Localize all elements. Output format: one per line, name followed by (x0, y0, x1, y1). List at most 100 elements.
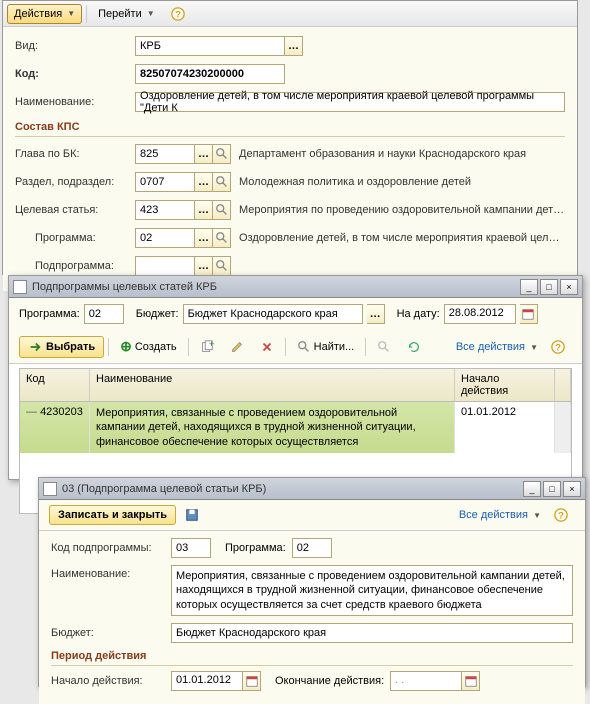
all-actions-link[interactable]: Все действия ▼ (452, 338, 542, 356)
col-code[interactable]: Код (20, 369, 90, 401)
glava-input[interactable]: 825 (135, 144, 195, 164)
cancel-search-button[interactable] (370, 336, 398, 358)
actions-label: Действия (14, 8, 62, 20)
col-name[interactable]: Наименование (90, 369, 455, 401)
filter-budget-input[interactable]: Бюджет Краснодарского края (183, 304, 363, 324)
maximize-button[interactable]: □ (540, 279, 558, 295)
maximize-button[interactable]: □ (543, 481, 561, 497)
glava-search-button[interactable] (213, 144, 231, 164)
chevron-down-icon: ▼ (67, 9, 75, 18)
start-date-input[interactable]: 01.01.2012 (171, 671, 243, 691)
filter-prog-input[interactable]: 02 (84, 304, 124, 324)
select-button[interactable]: Выбрать (19, 336, 104, 358)
main-form-body: Вид: КРБ … Код: 82507074230200000 Наимен… (3, 27, 577, 291)
find-button[interactable]: Найти... (290, 336, 362, 358)
main-form-window: Действия▼ Перейти▼ ? Вид: КРБ … Код: 825… (2, 0, 578, 275)
prog-label: Программа: (35, 232, 135, 244)
target-input[interactable]: 423 (135, 200, 195, 220)
target-search-button[interactable] (213, 200, 231, 220)
copy-button[interactable]: + (193, 336, 221, 358)
name-input[interactable]: Оздоровление детей, в том числе мероприя… (135, 92, 565, 112)
code-input[interactable]: 82507074230200000 (135, 64, 285, 84)
subcode-input[interactable]: 03 (171, 538, 211, 558)
minimize-button[interactable]: _ (520, 279, 538, 295)
target-lookup-button[interactable]: … (195, 200, 213, 220)
razdel-input[interactable]: 0707 (135, 172, 195, 192)
filter-budget-lookup-button[interactable]: … (367, 304, 385, 324)
subprograms-titlebar[interactable]: Подпрограммы целевых статей КРБ _ □ × (9, 276, 582, 298)
subprog-label: Подпрограмма: (35, 260, 135, 272)
edit-button[interactable] (223, 336, 251, 358)
filter-date-input[interactable]: 28.08.2012 (444, 304, 516, 324)
help-icon: ? (171, 7, 185, 21)
subprograms-toolbar: Выбрать ⊕ Создать + Найти... Все действи… (9, 330, 582, 364)
table-row[interactable]: — 4230203 Мероприятия, связанные с прове… (20, 402, 571, 453)
separator (86, 5, 87, 23)
create-button[interactable]: ⊕ Создать (113, 334, 184, 359)
delete-icon (260, 340, 274, 354)
minimize-button[interactable]: _ (523, 481, 541, 497)
help-button[interactable]: ? (547, 504, 575, 526)
subprogram-edit-toolbar: Записать и закрыть Все действия ▼ ? (39, 500, 585, 531)
glava-lookup-button[interactable]: … (195, 144, 213, 164)
razdel-lookup-button[interactable]: … (195, 172, 213, 192)
separator (108, 338, 109, 356)
prog-search-button[interactable] (213, 228, 231, 248)
select-label: Выбрать (46, 341, 95, 353)
subprog-input[interactable] (135, 256, 195, 276)
subprograms-title: Подпрограммы целевых статей КРБ (32, 281, 518, 293)
kind-label: Вид: (15, 40, 135, 52)
refresh-icon (407, 340, 421, 354)
help-button[interactable]: ? (164, 3, 192, 25)
help-button[interactable]: ? (544, 336, 572, 358)
subprog-lookup-button[interactable]: … (195, 256, 213, 276)
save-button[interactable] (178, 504, 206, 526)
svg-text:+: + (208, 340, 213, 350)
separator (365, 338, 366, 356)
close-button[interactable]: × (560, 279, 578, 295)
end-date-input[interactable]: . . (390, 671, 462, 691)
cell-code: — 4230203 (20, 402, 90, 453)
start-date-calendar-button[interactable] (243, 671, 261, 691)
actions-menu-button[interactable]: Действия ▼ (7, 4, 82, 24)
sostav-section-header: Состав КПС (15, 121, 565, 137)
razdel-search-button[interactable] (213, 172, 231, 192)
subprogram-edit-titlebar[interactable]: 03 (Подпрограмма целевой статьи КРБ) _ □… (39, 478, 585, 500)
col-scroll (555, 369, 571, 401)
razdel-label: Раздел, подраздел: (15, 176, 135, 188)
start-date-label: Начало действия: (51, 675, 171, 687)
glava-label: Глава по БК: (15, 148, 135, 160)
goto-menu-button[interactable]: Перейти▼ (91, 4, 162, 24)
filter-date-calendar-button[interactable] (520, 304, 538, 324)
kind-lookup-button[interactable]: … (285, 36, 303, 56)
svg-text:?: ? (558, 511, 564, 522)
prog-lookup-button[interactable]: … (195, 228, 213, 248)
filter-prog-label: Программа: (19, 308, 80, 320)
separator (285, 338, 286, 356)
kind-input[interactable]: КРБ (135, 36, 285, 56)
cell-name: Мероприятия, связанные с проведением озд… (90, 402, 455, 453)
scrollbar[interactable] (555, 402, 571, 453)
calendar-icon (245, 674, 259, 688)
col-start[interactable]: Начало действия (455, 369, 555, 401)
help-icon: ? (554, 508, 568, 522)
target-description: Мероприятия по проведению оздоровительно… (239, 204, 565, 216)
subprog-prog-input[interactable]: 02 (292, 538, 332, 558)
chevron-down-icon: ▼ (147, 9, 155, 18)
end-date-calendar-button[interactable] (462, 671, 480, 691)
subprog-search-button[interactable] (213, 256, 231, 276)
find-label: Найти... (314, 341, 355, 353)
document-icon (43, 482, 57, 496)
subbudget-label: Бюджет: (51, 627, 171, 639)
search-icon (215, 203, 229, 217)
svg-text:?: ? (175, 9, 181, 20)
delete-button[interactable] (253, 336, 281, 358)
close-button[interactable]: × (563, 481, 581, 497)
subbudget-input[interactable]: Бюджет Краснодарского края (171, 623, 573, 643)
refresh-button[interactable] (400, 336, 428, 358)
prog-input[interactable]: 02 (135, 228, 195, 248)
save-close-button[interactable]: Записать и закрыть (49, 505, 176, 525)
all-actions-link[interactable]: Все действия ▼ (455, 506, 545, 524)
filter-budget-label: Бюджет: (136, 308, 179, 320)
subname-input[interactable]: Мероприятия, связанные с проведением озд… (171, 565, 573, 616)
